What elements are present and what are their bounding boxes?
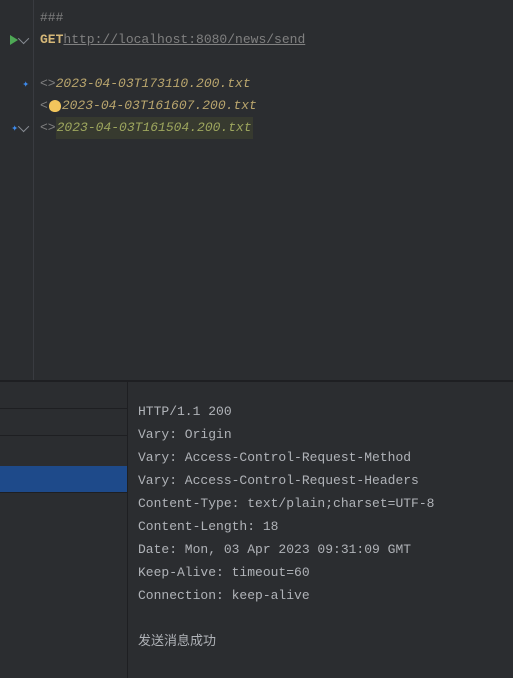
history-filename[interactable]: 2023-04-03T173110.200.txt bbox=[56, 73, 251, 95]
history-marker: <> bbox=[40, 117, 56, 139]
history-filename[interactable]: 2023-04-03T161607.200.txt bbox=[62, 95, 257, 117]
sidebar-tab[interactable] bbox=[0, 409, 127, 436]
action-icon[interactable]: ✦ bbox=[11, 121, 18, 135]
history-entry[interactable]: <> 2023-04-03T173110.200.txt bbox=[40, 73, 507, 95]
sidebar-tab-selected[interactable] bbox=[0, 466, 127, 493]
fold-icon[interactable] bbox=[18, 33, 29, 44]
bulb-icon[interactable] bbox=[49, 100, 61, 112]
response-body[interactable]: HTTP/1.1 200 Vary: Origin Vary: Access-C… bbox=[128, 382, 513, 678]
history-marker: < bbox=[40, 95, 48, 117]
history-marker: <> bbox=[40, 73, 56, 95]
sidebar-tab[interactable] bbox=[0, 382, 127, 409]
request-url[interactable]: http://localhost:8080/news/send bbox=[63, 29, 305, 51]
http-method: GET bbox=[40, 29, 63, 51]
history-entry[interactable]: <> 2023-04-03T161504.200.txt bbox=[40, 117, 507, 139]
request-separator: ### bbox=[40, 7, 63, 29]
history-filename[interactable]: 2023-04-03T161504.200.txt bbox=[56, 117, 253, 139]
response-sidebar bbox=[0, 382, 128, 678]
request-line[interactable]: GET http://localhost:8080/news/send bbox=[40, 29, 507, 51]
gutter-run-row[interactable] bbox=[0, 29, 33, 51]
response-panel: HTTP/1.1 200 Vary: Origin Vary: Access-C… bbox=[0, 380, 513, 678]
action-icon[interactable]: ✦ bbox=[22, 77, 29, 91]
code-area[interactable]: ### GET http://localhost:8080/news/send … bbox=[34, 0, 513, 380]
run-icon[interactable] bbox=[10, 35, 18, 45]
editor-gutter: ✦ ✦ bbox=[0, 0, 34, 380]
editor-pane: ✦ ✦ ### GET http://localhost:8080/news/s… bbox=[0, 0, 513, 380]
history-entry[interactable]: <2023-04-03T161607.200.txt bbox=[40, 95, 507, 117]
fold-icon[interactable] bbox=[18, 121, 29, 132]
